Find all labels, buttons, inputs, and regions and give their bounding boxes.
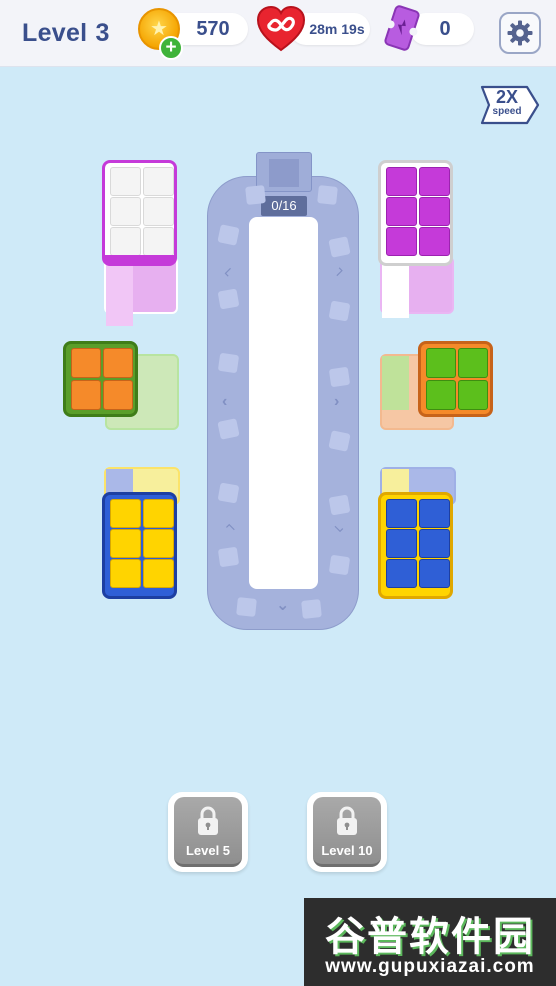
watermark-url: www.gupuxiazai.com	[325, 956, 535, 977]
conveyor-slot	[245, 185, 266, 205]
speed-button[interactable]: 2X speed	[479, 84, 541, 126]
chevron-left-icon: ‹	[222, 393, 228, 410]
conveyor-slot	[328, 366, 351, 388]
locked-level-label: Level 5	[185, 843, 231, 858]
conveyor-slot	[217, 352, 240, 374]
container-yellow[interactable]	[102, 492, 177, 599]
tickets-count: 0	[439, 17, 451, 40]
coins-count: 570	[196, 17, 230, 40]
gear-icon	[507, 20, 533, 46]
container-white[interactable]	[102, 160, 177, 266]
speed-multiplier: 2X	[495, 87, 519, 107]
container-orange[interactable]	[63, 341, 138, 417]
top-bar: Level 3 570 ★ + 28m 19s 0	[0, 0, 556, 67]
conveyor-center	[249, 217, 318, 589]
conveyor-slot	[217, 546, 240, 568]
conveyor-slot	[217, 288, 240, 310]
speed-label: 2X speed	[479, 84, 535, 118]
conveyor-slot	[328, 554, 351, 576]
conveyor-slot	[317, 185, 338, 205]
lives-timer: 28m 19s	[309, 21, 365, 37]
conveyor-slot	[217, 418, 240, 440]
lock-icon	[198, 806, 218, 835]
container-green[interactable]	[418, 341, 493, 417]
speed-word: speed	[492, 106, 522, 117]
container-magenta[interactable]	[378, 160, 453, 266]
conveyor-slot	[236, 597, 257, 617]
conveyor-counter: 0/16	[261, 196, 307, 216]
level-word: Level	[22, 19, 88, 47]
locked-level-10-button[interactable]: Level 10	[307, 792, 387, 872]
level-indicator: Level 3	[22, 19, 110, 48]
ticket-icon[interactable]	[384, 5, 420, 51]
conveyor-slot	[328, 236, 351, 258]
infinite-heart-icon[interactable]	[256, 6, 306, 52]
chevron-right-icon: ›	[334, 393, 340, 410]
conveyor-slot	[328, 494, 351, 516]
container-blue[interactable]	[378, 492, 453, 599]
settings-button[interactable]	[499, 12, 541, 54]
level-number: 3	[95, 19, 110, 47]
watermark: 谷普软件园 www.gupuxiazai.com	[304, 898, 556, 986]
locked-level-5-button[interactable]: Level 5	[168, 792, 248, 872]
conveyor-slot	[301, 599, 322, 619]
chevron-down-icon: ⌄	[276, 597, 290, 614]
locked-level-label: Level 10	[321, 843, 373, 858]
lock-icon	[337, 806, 357, 835]
conveyor-slot	[328, 300, 351, 322]
conveyor-slot	[328, 430, 351, 452]
conveyor-slot	[217, 224, 240, 246]
conveyor-slot	[217, 482, 240, 504]
conveyor-feeder: 0/16	[256, 152, 312, 216]
watermark-title: 谷普软件园	[325, 915, 535, 959]
add-coins-plus-icon[interactable]: +	[159, 36, 183, 60]
